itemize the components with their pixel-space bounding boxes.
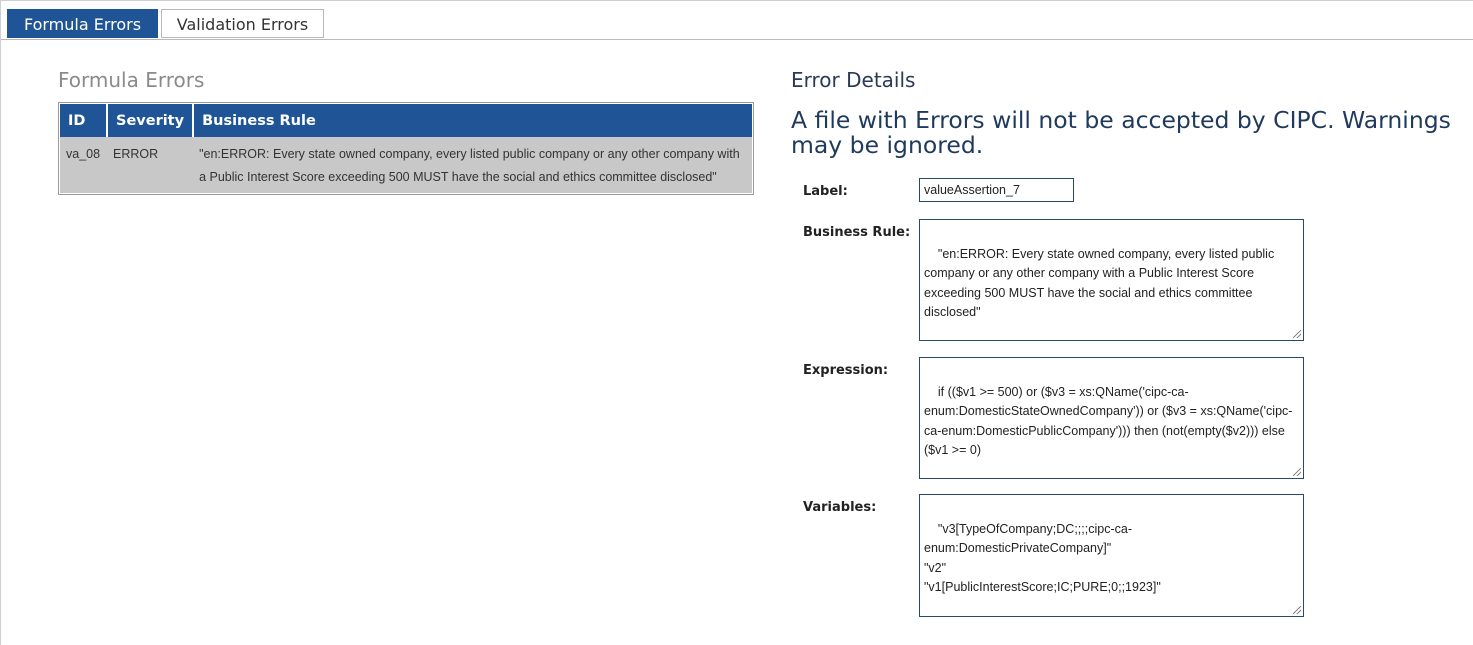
column-header-business-rule[interactable]: Business Rule bbox=[193, 104, 752, 137]
resize-grip-icon[interactable] bbox=[1293, 606, 1301, 614]
label-field[interactable]: valueAssertion_7 bbox=[919, 178, 1074, 202]
expression-caption: Expression: bbox=[803, 363, 889, 378]
errors-grid: ID Severity Business Rule va_08 ERROR "e… bbox=[58, 102, 754, 195]
variables-caption: Variables: bbox=[803, 500, 877, 515]
column-header-id[interactable]: ID bbox=[60, 104, 108, 137]
error-details-heading: Error Details bbox=[791, 68, 916, 92]
grid-header-row: ID Severity Business Rule bbox=[60, 104, 752, 137]
variables-text: "v3[TypeOfCompany;DC;;;;cipc-ca-enum:Dom… bbox=[924, 521, 1161, 595]
expression-textarea[interactable]: if (($v1 >= 500) or ($v3 = xs:QName('cip… bbox=[919, 357, 1304, 479]
resize-grip-icon[interactable] bbox=[1293, 330, 1301, 338]
business-rule-textarea[interactable]: "en:ERROR: Every state owned company, ev… bbox=[919, 219, 1304, 341]
cell-id: va_08 bbox=[60, 137, 107, 193]
cell-business-rule: "en:ERROR: Every state owned company, ev… bbox=[193, 137, 752, 193]
tab-formula-errors[interactable]: Formula Errors bbox=[7, 9, 158, 38]
cell-severity: ERROR bbox=[107, 137, 194, 193]
formula-errors-heading: Formula Errors bbox=[58, 68, 205, 92]
resize-grip-icon[interactable] bbox=[1293, 468, 1301, 476]
warning-message: A file with Errors will not be accepted … bbox=[791, 106, 1451, 159]
business-rule-caption: Business Rule: bbox=[803, 225, 911, 240]
label-caption: Label: bbox=[803, 184, 848, 199]
column-header-severity[interactable]: Severity bbox=[107, 104, 195, 137]
expression-text: if (($v1 >= 500) or ($v3 = xs:QName('cip… bbox=[924, 384, 1293, 458]
variables-textarea[interactable]: "v3[TypeOfCompany;DC;;;;cipc-ca-enum:Dom… bbox=[919, 494, 1304, 617]
tab-validation-errors[interactable]: Validation Errors bbox=[161, 9, 324, 38]
table-row[interactable]: va_08 ERROR "en:ERROR: Every state owned… bbox=[60, 137, 752, 193]
tab-divider bbox=[1, 39, 1473, 40]
business-rule-text: "en:ERROR: Every state owned company, ev… bbox=[924, 246, 1278, 320]
